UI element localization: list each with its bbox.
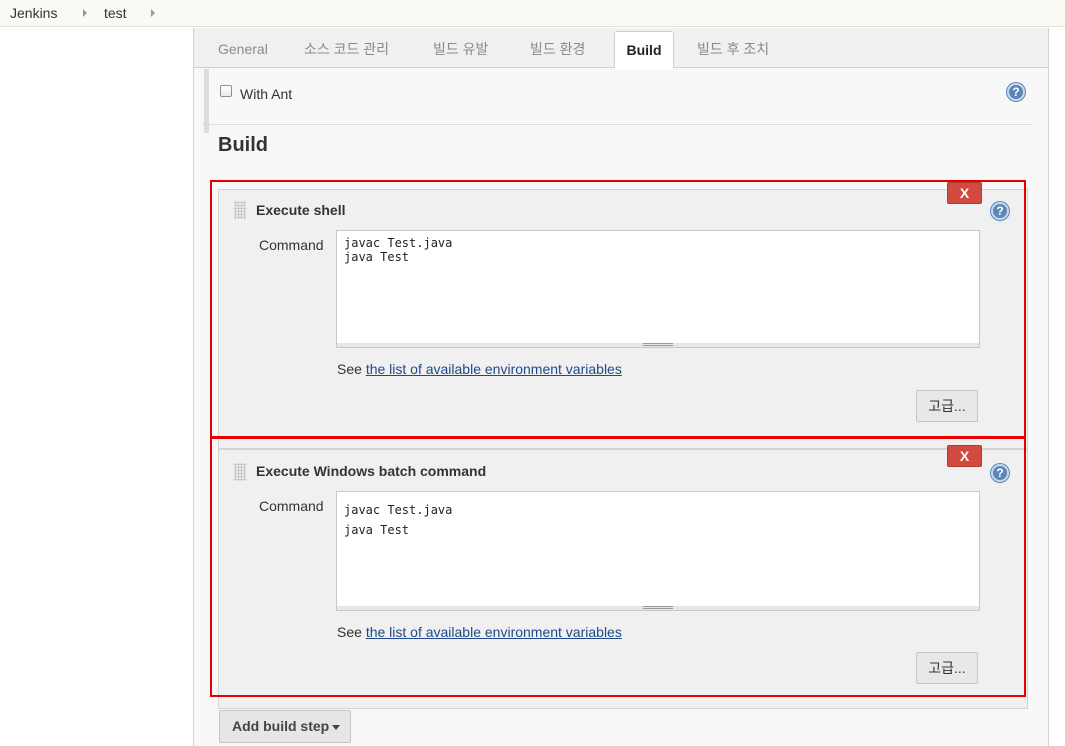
tab-build[interactable]: Build xyxy=(614,31,674,69)
breadcrumb: Jenkins test xyxy=(0,0,1065,27)
breadcrumb-jenkins[interactable]: Jenkins xyxy=(10,5,57,21)
tab-build-triggers[interactable]: 빌드 유발 xyxy=(433,28,488,68)
config-tabs: General 소스 코드 관리 빌드 유발 빌드 환경 Build 빌드 후 … xyxy=(194,28,1048,69)
with-ant-checkbox[interactable] xyxy=(220,85,232,97)
with-ant-label: With Ant xyxy=(240,86,293,102)
annotation-highlight-shell xyxy=(210,180,1026,438)
caret-down-icon xyxy=(332,725,340,730)
annotation-highlight-batch xyxy=(210,437,1026,697)
divider xyxy=(202,124,1032,125)
tab-source-code[interactable]: 소스 코드 관리 xyxy=(304,28,389,68)
tab-post-build[interactable]: 빌드 후 조치 xyxy=(697,28,769,68)
add-build-step-label: Add build step xyxy=(232,718,330,734)
tab-general[interactable]: General xyxy=(218,28,268,68)
section-title: Build xyxy=(218,134,268,156)
chevron-right-icon[interactable] xyxy=(83,9,87,17)
help-icon[interactable]: ? xyxy=(1007,83,1025,101)
add-build-step-button[interactable]: Add build step xyxy=(219,710,351,743)
tab-build-environment[interactable]: 빌드 환경 xyxy=(530,28,585,68)
breadcrumb-test[interactable]: test xyxy=(104,5,127,21)
chevron-right-icon[interactable] xyxy=(151,9,155,17)
